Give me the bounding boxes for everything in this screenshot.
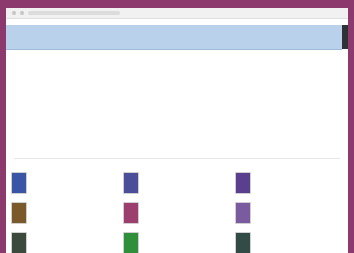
item-thumbnail[interactable] (11, 202, 27, 224)
item-grid (11, 168, 347, 253)
grid-item[interactable] (123, 168, 235, 198)
item-thumbnail[interactable] (123, 172, 139, 194)
divider (14, 158, 340, 159)
grid-row (11, 228, 347, 253)
grid-item[interactable] (11, 198, 123, 228)
address-bar[interactable] (28, 11, 120, 15)
grid-row (11, 168, 347, 198)
item-thumbnail[interactable] (11, 172, 27, 194)
item-thumbnail[interactable] (123, 202, 139, 224)
browser-window (6, 8, 348, 253)
grid-item[interactable] (235, 168, 347, 198)
page-header (6, 25, 342, 50)
grid-item[interactable] (11, 228, 123, 253)
item-thumbnail[interactable] (123, 232, 139, 253)
grid-item[interactable] (235, 198, 347, 228)
grid-item[interactable] (123, 228, 235, 253)
window-control-icon[interactable] (12, 11, 16, 15)
browser-titlebar (6, 8, 348, 19)
grid-item[interactable] (11, 168, 123, 198)
grid-item[interactable] (235, 228, 347, 253)
scroll-tab[interactable] (342, 25, 348, 49)
item-thumbnail[interactable] (235, 202, 251, 224)
grid-item[interactable] (123, 198, 235, 228)
window-control-icon[interactable] (20, 11, 24, 15)
grid-row (11, 198, 347, 228)
item-thumbnail[interactable] (235, 232, 251, 253)
item-thumbnail[interactable] (11, 232, 27, 253)
item-thumbnail[interactable] (235, 172, 251, 194)
